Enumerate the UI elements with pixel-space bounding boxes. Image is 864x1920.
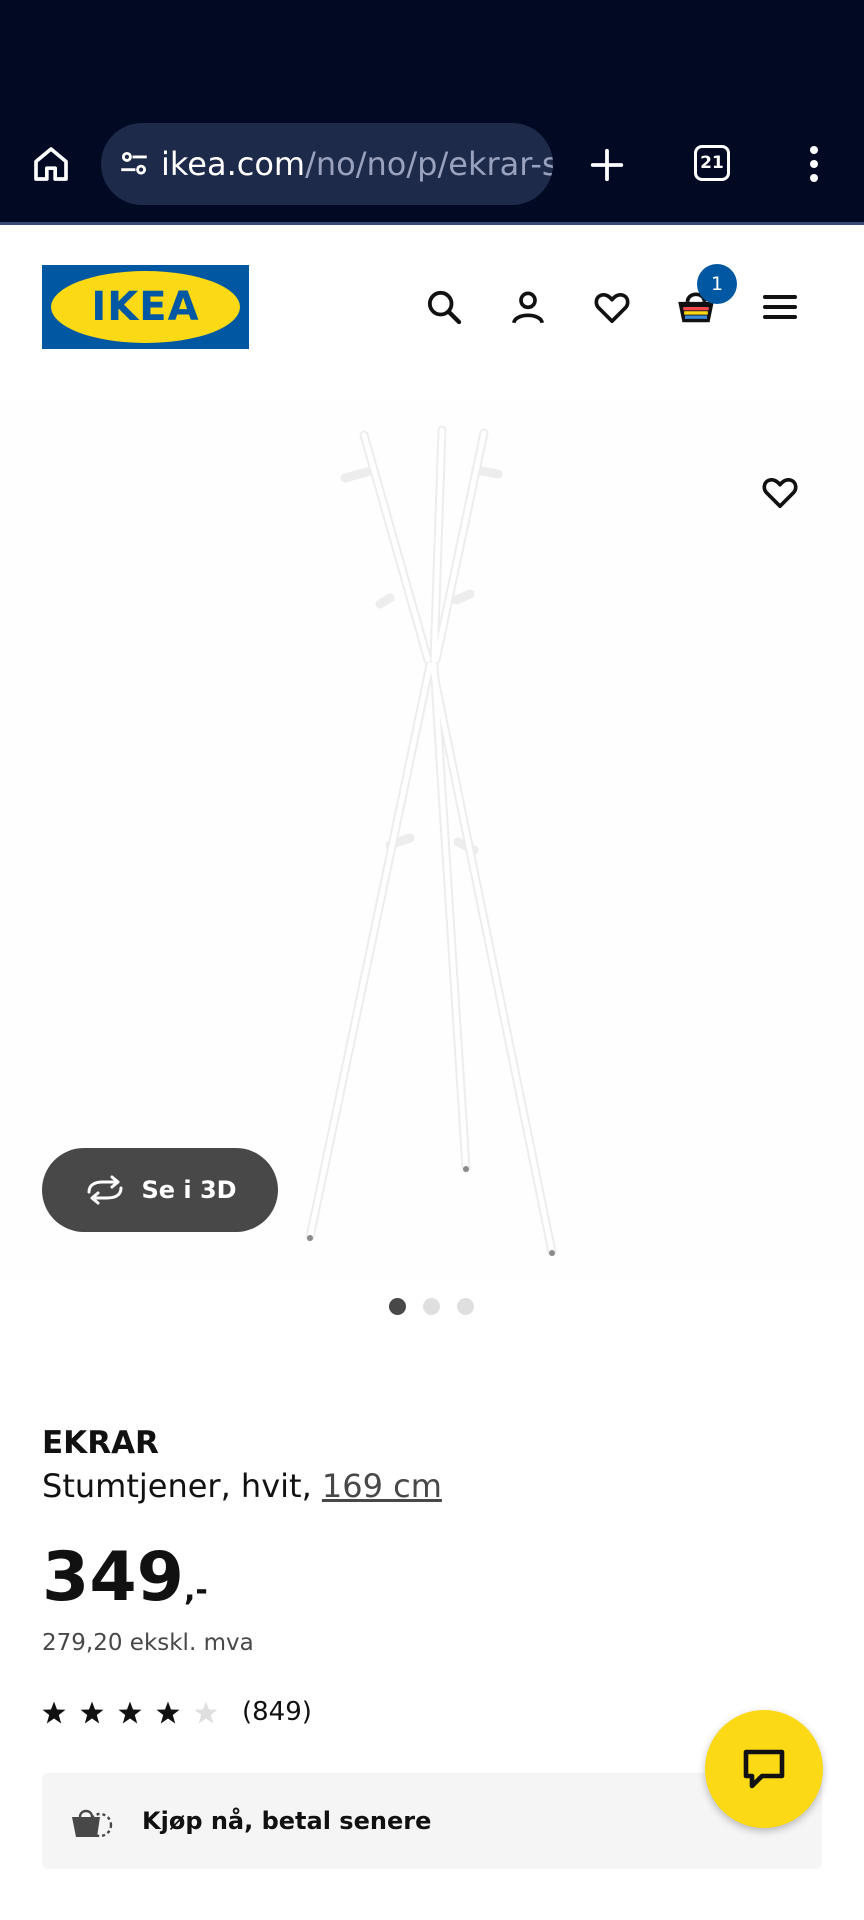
buy-now-pay-later-banner[interactable]: Kjøp nå, betal senere bbox=[42, 1773, 822, 1869]
chat-icon bbox=[743, 1749, 785, 1789]
ikea-logo[interactable]: IKEA bbox=[42, 265, 249, 349]
price-integer: 349 bbox=[42, 1538, 184, 1617]
chat-button[interactable] bbox=[705, 1710, 823, 1828]
url-path: /no/no/p/ekrar-s bbox=[305, 145, 553, 183]
view-3d-label: Se i 3D bbox=[141, 1176, 237, 1204]
product-description: Stumtjener, hvit, 169 cm bbox=[42, 1467, 442, 1505]
address-bar[interactable]: ikea.com/no/no/p/ekrar-s bbox=[101, 123, 553, 205]
product-name: EKRAR bbox=[42, 1425, 159, 1461]
site-settings-icon[interactable] bbox=[117, 144, 151, 184]
favourites-icon[interactable] bbox=[590, 285, 634, 329]
rotate-3d-icon bbox=[83, 1175, 127, 1205]
cart-count-badge: 1 bbox=[697, 264, 737, 304]
logo-oval: IKEA bbox=[51, 271, 240, 343]
more-menu-icon[interactable] bbox=[796, 141, 832, 187]
new-tab-icon[interactable] bbox=[585, 143, 629, 187]
product-rating[interactable]: (849) bbox=[42, 1697, 312, 1727]
rating-stars-icon bbox=[42, 1701, 218, 1724]
price-excl-vat: 279,20 ekskl. mva bbox=[42, 1630, 254, 1656]
status-bar bbox=[0, 0, 864, 108]
basket-clock-icon bbox=[70, 1801, 114, 1841]
tab-count: 21 bbox=[700, 153, 724, 173]
gallery-pagination bbox=[389, 1298, 474, 1315]
url-host: ikea.com bbox=[161, 145, 306, 183]
bnpl-label: Kjøp nå, betal senere bbox=[142, 1807, 432, 1835]
cart-count: 1 bbox=[710, 273, 724, 295]
url-text[interactable]: ikea.com/no/no/p/ekrar-s bbox=[161, 145, 553, 183]
gallery-dot-3[interactable] bbox=[457, 1298, 474, 1315]
logo-text: IKEA bbox=[91, 284, 200, 330]
price-decimal: ,- bbox=[183, 1573, 208, 1608]
hamburger-menu-icon[interactable] bbox=[758, 285, 802, 329]
gallery-dot-1[interactable] bbox=[389, 1298, 406, 1315]
product-type: Stumtjener, hvit, bbox=[42, 1467, 312, 1505]
toolbar-divider bbox=[0, 222, 864, 225]
add-to-wishlist-icon[interactable] bbox=[758, 470, 802, 514]
gallery-dot-2[interactable] bbox=[423, 1298, 440, 1315]
tab-switcher-button[interactable]: 21 bbox=[694, 145, 730, 181]
user-icon[interactable] bbox=[506, 285, 550, 329]
search-icon[interactable] bbox=[422, 285, 466, 329]
product-size-link[interactable]: 169 cm bbox=[322, 1467, 442, 1505]
product-price: 349,- bbox=[42, 1538, 208, 1617]
home-icon[interactable] bbox=[28, 141, 74, 187]
rating-count: (849) bbox=[242, 1697, 312, 1727]
view-3d-button[interactable]: Se i 3D bbox=[42, 1148, 278, 1232]
